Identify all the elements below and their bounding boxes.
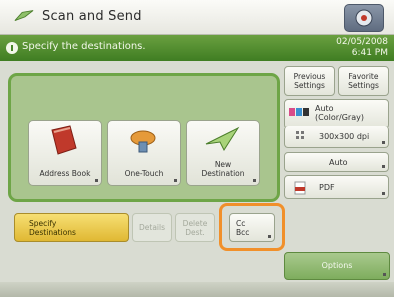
date-text: 02/05/2008 — [336, 37, 388, 47]
address-book-label: Address Book — [39, 169, 91, 178]
help-button[interactable] — [344, 4, 384, 32]
options-button[interactable]: Options — [284, 252, 390, 280]
file-format-value: PDF — [319, 183, 335, 192]
datetime: 02/05/2008 6:41 PM — [336, 37, 388, 59]
corner-mark — [253, 179, 256, 182]
resolution-value: 300x300 dpi — [319, 132, 370, 141]
delete-dest-button[interactable]: Delete Dest. — [175, 213, 215, 242]
scan-and-send-screen: Scan and Send Specify the destinations. … — [0, 0, 394, 297]
file-format-button[interactable]: PDF — [284, 175, 389, 199]
address-book-button[interactable]: Address Book — [28, 120, 102, 186]
page-title: Scan and Send — [42, 9, 142, 24]
density-value: Auto — [329, 158, 348, 167]
scan-send-icon — [14, 10, 34, 21]
help-icon — [355, 9, 373, 27]
corner-mark — [174, 179, 177, 182]
previous-settings-button[interactable]: Previous Settings — [284, 66, 335, 96]
new-destination-icon — [205, 126, 240, 152]
settings-column: Previous Settings Favorite Settings Auto… — [284, 66, 390, 199]
corner-mark — [382, 165, 385, 168]
destination-panel: Address Book One-Touch New Destination — [8, 73, 280, 202]
corner-mark — [382, 192, 385, 195]
resolution-icon — [296, 131, 304, 139]
instruction-bar: Specify the destinations. 02/05/2008 6:4… — [0, 35, 394, 61]
bottom-strip — [0, 282, 394, 297]
one-touch-icon — [130, 130, 156, 153]
color-mode-icon — [289, 108, 309, 116]
new-destination-label: New Destination — [201, 160, 245, 178]
density-button[interactable]: Auto — [284, 152, 389, 172]
time-text: 6:41 PM — [351, 48, 388, 58]
one-touch-label: One-Touch — [124, 169, 164, 178]
corner-mark — [383, 273, 386, 276]
cc-bcc-highlight — [219, 203, 285, 251]
title-bar: Scan and Send — [0, 0, 394, 35]
favorite-settings-button[interactable]: Favorite Settings — [338, 66, 389, 96]
pdf-file-icon — [294, 181, 306, 195]
details-button[interactable]: Details — [132, 213, 172, 242]
resolution-button[interactable]: 300x300 dpi — [284, 126, 389, 148]
address-book-icon — [51, 125, 77, 155]
corner-mark — [95, 179, 98, 182]
instruction-text: Specify the destinations. — [22, 41, 146, 52]
one-touch-button[interactable]: One-Touch — [107, 120, 181, 186]
color-mode-value: Auto (Color/Gray) — [315, 104, 364, 122]
new-destination-button[interactable]: New Destination — [186, 120, 260, 186]
color-mode-button[interactable]: Auto (Color/Gray) — [284, 99, 389, 129]
specify-destinations-button[interactable]: Specify Destinations — [14, 213, 129, 242]
info-icon — [6, 42, 18, 54]
corner-mark — [382, 141, 385, 144]
